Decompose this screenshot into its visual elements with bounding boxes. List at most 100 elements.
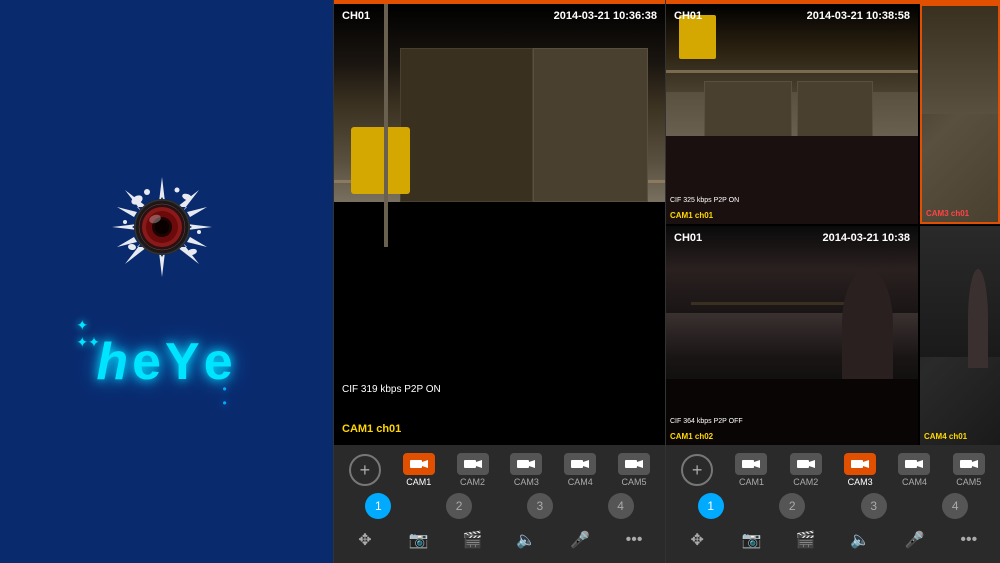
- add-camera-button[interactable]: +: [349, 454, 381, 486]
- cam-btn-3-2[interactable]: CAM2: [790, 453, 822, 487]
- timestamp-label: 2014-03-21 10:36:38: [554, 10, 657, 22]
- cam3-5-icon: [953, 453, 985, 475]
- stream-info: CIF 319 kbps P2P ON: [342, 384, 441, 395]
- cam-btn-3-1[interactable]: CAM1: [735, 453, 767, 487]
- snapshot-button[interactable]: 📷: [404, 525, 434, 555]
- cam-btn-5[interactable]: CAM5: [618, 453, 650, 487]
- cam3-2-icon: [790, 453, 822, 475]
- page-btn-3-2[interactable]: 2: [779, 493, 805, 519]
- snapshot-button-3[interactable]: 📷: [736, 525, 766, 555]
- record-button-3[interactable]: 🎬: [791, 525, 821, 555]
- move-button-3[interactable]: ✥: [682, 525, 712, 555]
- cam4-name-label: CAM4 ch01: [924, 432, 967, 441]
- cam1-stream-info: CIF 325 kbps P2P ON: [670, 197, 739, 204]
- pole: [384, 4, 388, 247]
- cam1-top-overlay: CH01 2014-03-21 10:38:58: [674, 10, 910, 22]
- cam3-name-label: CAM3 ch01: [926, 209, 969, 218]
- single-camera-panel: CH01 2014-03-21 10:36:38 CIF 319 kbps P2…: [333, 0, 666, 563]
- camera-top-overlay: CH01 2014-03-21 10:36:38: [342, 10, 657, 22]
- cam-btn-2[interactable]: CAM2: [457, 453, 489, 487]
- more-button[interactable]: •••: [619, 525, 649, 555]
- cam3-4-icon: [898, 453, 930, 475]
- thumb1-bg: [922, 6, 998, 114]
- cam2-channel: CH01: [674, 232, 702, 244]
- page-btn-4[interactable]: 4: [608, 493, 634, 519]
- app-logo-text: heYe: [96, 332, 236, 392]
- cam-cell-bottom-right: CAM4 ch01: [920, 226, 1000, 446]
- logo-panel: ✦✦✦ heYe ••: [0, 0, 333, 563]
- person-silhouette: [842, 269, 892, 379]
- page-btn-2[interactable]: 2: [446, 493, 472, 519]
- page-row: 1 2 3 4: [338, 493, 661, 519]
- more-button-3[interactable]: •••: [954, 525, 984, 555]
- camera-info-overlay: CIF 319 kbps P2P ON: [342, 384, 441, 395]
- cam-btn-4[interactable]: CAM4: [564, 453, 596, 487]
- page-btn-3-3[interactable]: 3: [861, 493, 887, 519]
- volume-button[interactable]: 🔈: [511, 525, 541, 555]
- cam1-channel: CH01: [674, 10, 702, 22]
- thumb2-bg: [920, 226, 1000, 358]
- camera-icon: [742, 458, 760, 470]
- cabinet-left: [400, 48, 532, 202]
- logo-drops: ••: [222, 382, 226, 410]
- cam2-label: CAM2: [460, 477, 485, 487]
- camera-icon: [464, 458, 482, 470]
- cam-cell-top-right: CAM3 ch01: [920, 4, 1000, 224]
- cam3-2-label: CAM2: [793, 477, 818, 487]
- cam2-top-overlay: CH01 2014-03-21 10:38: [674, 232, 910, 244]
- cabinet-right: [533, 48, 649, 202]
- cam3-1-label: CAM1: [739, 477, 764, 487]
- page-btn-3[interactable]: 3: [527, 493, 553, 519]
- cam3-3-label: CAM3: [848, 477, 873, 487]
- eye-icon: [107, 172, 217, 282]
- multi-camera-panel: CH01 2014-03-21 10:38:58 CIF 325 kbps P2…: [666, 0, 1000, 563]
- page-btn-1[interactable]: 1: [365, 493, 391, 519]
- add-camera-button-3[interactable]: +: [681, 454, 713, 486]
- mic-button-3[interactable]: 🎤: [899, 525, 929, 555]
- camera-icon: [571, 458, 589, 470]
- multi-camera-grid: CH01 2014-03-21 10:38:58 CIF 325 kbps P2…: [666, 4, 1000, 445]
- page-btn-3-4[interactable]: 4: [942, 493, 968, 519]
- panel2-toolbar: + CAM1 CAM2 CAM3: [334, 445, 665, 563]
- cam3-4-label: CAM4: [902, 477, 927, 487]
- cam3-icon: [510, 453, 542, 475]
- camera-icon: [797, 458, 815, 470]
- camera-name-label: CAM1 ch01: [342, 423, 401, 435]
- cam-btn-1[interactable]: CAM1: [403, 453, 435, 487]
- camera-icon: [851, 458, 869, 470]
- logo-text-wrapper: ✦✦✦ heYe ••: [96, 332, 236, 392]
- cam3-1-icon: [735, 453, 767, 475]
- volume-button-3[interactable]: 🔈: [845, 525, 875, 555]
- camera-feed-area: CH01 2014-03-21 10:36:38 CIF 319 kbps P2…: [334, 4, 665, 445]
- cam5-label: CAM5: [622, 477, 647, 487]
- mic-button[interactable]: 🎤: [565, 525, 595, 555]
- page-btn-3-1[interactable]: 1: [698, 493, 724, 519]
- scene-bottom: [334, 269, 665, 445]
- yellow-object: [351, 127, 411, 193]
- cam1-label: CAM1: [406, 477, 431, 487]
- cam3-3-icon: [844, 453, 876, 475]
- cam-btn-3-4[interactable]: CAM4: [898, 453, 930, 487]
- shelf-top: [666, 70, 918, 73]
- camera-select-row: + CAM1 CAM2 CAM3: [338, 453, 661, 487]
- action-row-3: ✥ 📷 🎬 🔈 🎤 •••: [670, 525, 996, 555]
- cam4-label: CAM4: [568, 477, 593, 487]
- record-button[interactable]: 🎬: [458, 525, 488, 555]
- move-button[interactable]: ✥: [350, 525, 380, 555]
- cam3-label: CAM3: [514, 477, 539, 487]
- cam-btn-3-5[interactable]: CAM5: [953, 453, 985, 487]
- cam2-timestamp: 2014-03-21 10:38: [823, 232, 910, 244]
- channel-label: CH01: [342, 10, 370, 22]
- camera-icon: [625, 458, 643, 470]
- cam-cell-top-left: CH01 2014-03-21 10:38:58 CIF 325 kbps P2…: [666, 4, 918, 224]
- camera-icon: [960, 458, 978, 470]
- panel3-toolbar: + CAM1 CAM2 CAM3: [666, 445, 1000, 563]
- camera-icon: [905, 458, 923, 470]
- thumb2-person: [968, 269, 988, 368]
- cam1-timestamp: 2014-03-21 10:38:58: [807, 10, 910, 22]
- camera-icon: [517, 458, 535, 470]
- cam-btn-3[interactable]: CAM3: [510, 453, 542, 487]
- cam-btn-3-3[interactable]: CAM3: [844, 453, 876, 487]
- cam3-5-label: CAM5: [956, 477, 981, 487]
- page-row-3: 1 2 3 4: [670, 493, 996, 519]
